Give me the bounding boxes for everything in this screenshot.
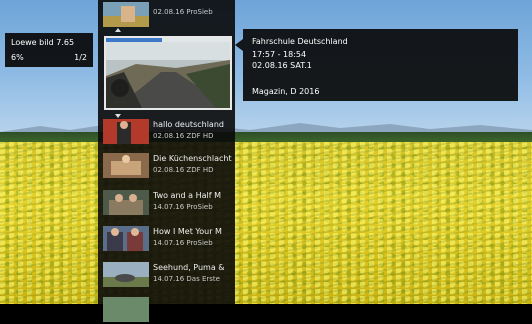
- progress-track: [106, 38, 230, 42]
- list-item-title: hallo deutschland: [153, 120, 224, 129]
- list-item-subtitle: 14.07.16 Das Erste: [153, 275, 220, 283]
- program-details-panel: Fahrschule Deutschland 17:57 - 18:54 02.…: [243, 29, 518, 101]
- program-title: Fahrschule Deutschland: [252, 37, 348, 46]
- list-item-subtitle: 14.07.16 ProSieb: [153, 203, 213, 211]
- list-item[interactable]: hallo deutschland 02.08.16 ZDF HD: [103, 119, 233, 146]
- thumbnail: [103, 153, 149, 178]
- device-info-panel: Loewe bild 7.65 6% 1/2: [5, 33, 93, 67]
- page-indicator: 1/2: [74, 53, 87, 62]
- thumbnail: [103, 226, 149, 251]
- list-item-subtitle: 02.08.16 ZDF HD: [153, 166, 214, 174]
- thumbnail: [103, 190, 149, 215]
- storage-percent: 6%: [11, 53, 24, 62]
- list-item-title: Seehund, Puma &: [153, 263, 225, 272]
- list-item-subtitle: 14.07.16 ProSieb: [153, 239, 213, 247]
- device-name: Loewe bild 7.65: [11, 38, 75, 47]
- progress-bar: [106, 38, 162, 42]
- program-genre: Magazin, D 2016: [252, 87, 320, 96]
- list-item-title: How I Met Your M: [153, 227, 222, 236]
- thumbnail: [103, 297, 149, 322]
- preview-image: [106, 38, 230, 108]
- thumbnail: [103, 119, 149, 144]
- list-item-subtitle: 02.08.16 ZDF HD: [153, 132, 214, 140]
- list-item[interactable]: Die Küchenschlacht 02.08.16 ZDF HD: [103, 153, 233, 180]
- list-item[interactable]: How I Met Your M 14.07.16 ProSieb: [103, 226, 233, 253]
- list-item-title: Die Küchenschlacht: [153, 154, 232, 163]
- thumbnail: [103, 262, 149, 287]
- selected-program-preview[interactable]: [104, 36, 232, 110]
- list-item[interactable]: Two and a Half M 14.07.16 ProSieb: [103, 190, 233, 217]
- list-item[interactable]: [103, 297, 233, 324]
- scroll-down-marker[interactable]: [115, 114, 121, 118]
- list-item-subtitle: 02.08.16 ProSieb: [153, 8, 213, 16]
- program-time: 17:57 - 18:54: [252, 50, 307, 59]
- list-item-title: Two and a Half M: [153, 191, 221, 200]
- list-item[interactable]: Seehund, Puma & 14.07.16 Das Erste: [103, 262, 233, 289]
- callout-pointer: [235, 39, 243, 51]
- list-item[interactable]: 02.08.16 ProSieb: [103, 2, 233, 29]
- program-date-channel: 02.08.16 SAT.1: [252, 61, 312, 70]
- thumbnail: [103, 2, 149, 27]
